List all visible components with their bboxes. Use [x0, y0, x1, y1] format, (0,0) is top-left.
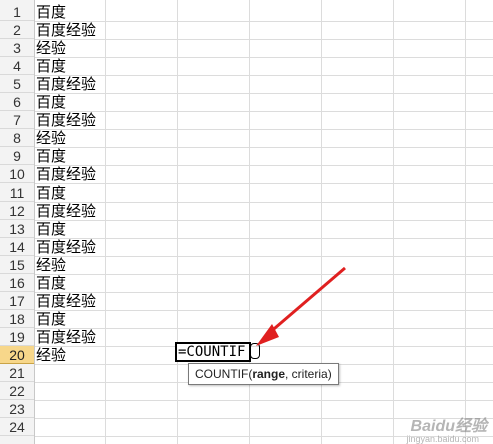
watermark-logo: Baidu经验 — [410, 418, 487, 435]
red-arrow-annotation — [256, 266, 346, 346]
arrow-shaft — [267, 266, 346, 336]
spreadsheet: 1 2 3 4 5 6 7 8 9 10 11 12 13 14 15 16 17 18 19 20 21 22 23 24 … — [0, 0, 493, 444]
watermark-url: jingyan.baidu.com — [406, 434, 479, 444]
